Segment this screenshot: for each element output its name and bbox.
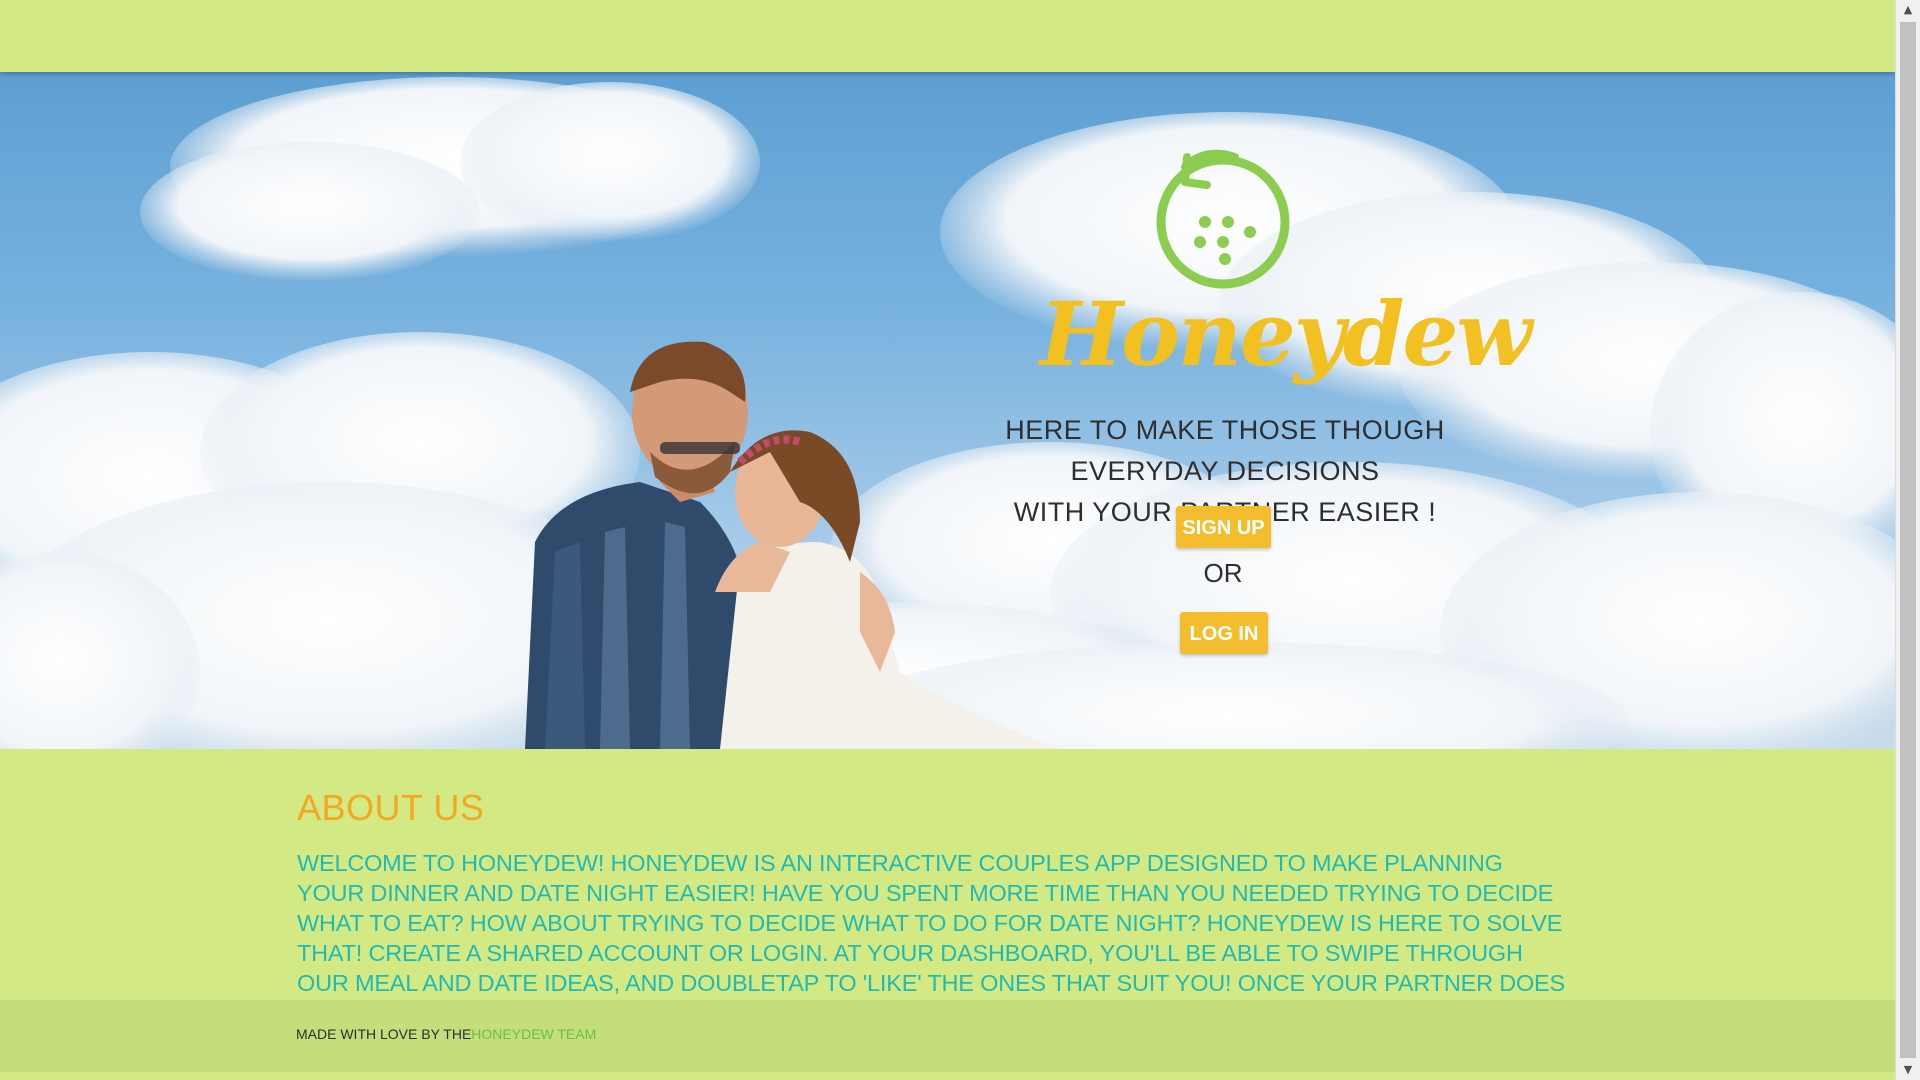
scrollbar-thumb[interactable] bbox=[1900, 22, 1916, 1058]
scroll-up-arrow-icon[interactable]: ▲ bbox=[1896, 0, 1920, 20]
footer: MADE WITH LOVE BY THEHONEYDEW TEAM bbox=[0, 1000, 1895, 1072]
hero-section: Honeydew HERE TO MAKE THOSE THOUGH EVERY… bbox=[0, 72, 1895, 749]
log-in-button[interactable]: LOG IN bbox=[1180, 612, 1268, 654]
honeydew-team-link[interactable]: HONEYDEW TEAM bbox=[471, 1026, 596, 1042]
tagline-line-1: HERE TO MAKE THOSE THOUGH EVERYDAY DECIS… bbox=[1005, 415, 1445, 486]
scroll-down-arrow-icon[interactable]: ▼ bbox=[1896, 1060, 1920, 1080]
about-heading: ABOUT US bbox=[297, 787, 485, 828]
footer-prefix: MADE WITH LOVE BY THE bbox=[296, 1026, 472, 1042]
vertical-scrollbar[interactable]: ▲ ▼ bbox=[1895, 0, 1920, 1080]
brand-title: Honeydew bbox=[1040, 282, 1532, 386]
melon-logo-icon bbox=[1156, 149, 1290, 289]
footer-text: MADE WITH LOVE BY THEHONEYDEW TEAM bbox=[296, 1026, 596, 1042]
page: Honeydew HERE TO MAKE THOSE THOUGH EVERY… bbox=[0, 0, 1895, 1080]
or-separator: OR bbox=[1203, 558, 1243, 588]
about-section: ABOUT US WELCOME TO HONEYDEW! HONEYDEW I… bbox=[297, 786, 1572, 1028]
top-navbar bbox=[0, 0, 1895, 72]
sign-up-button[interactable]: SIGN UP bbox=[1176, 506, 1271, 548]
